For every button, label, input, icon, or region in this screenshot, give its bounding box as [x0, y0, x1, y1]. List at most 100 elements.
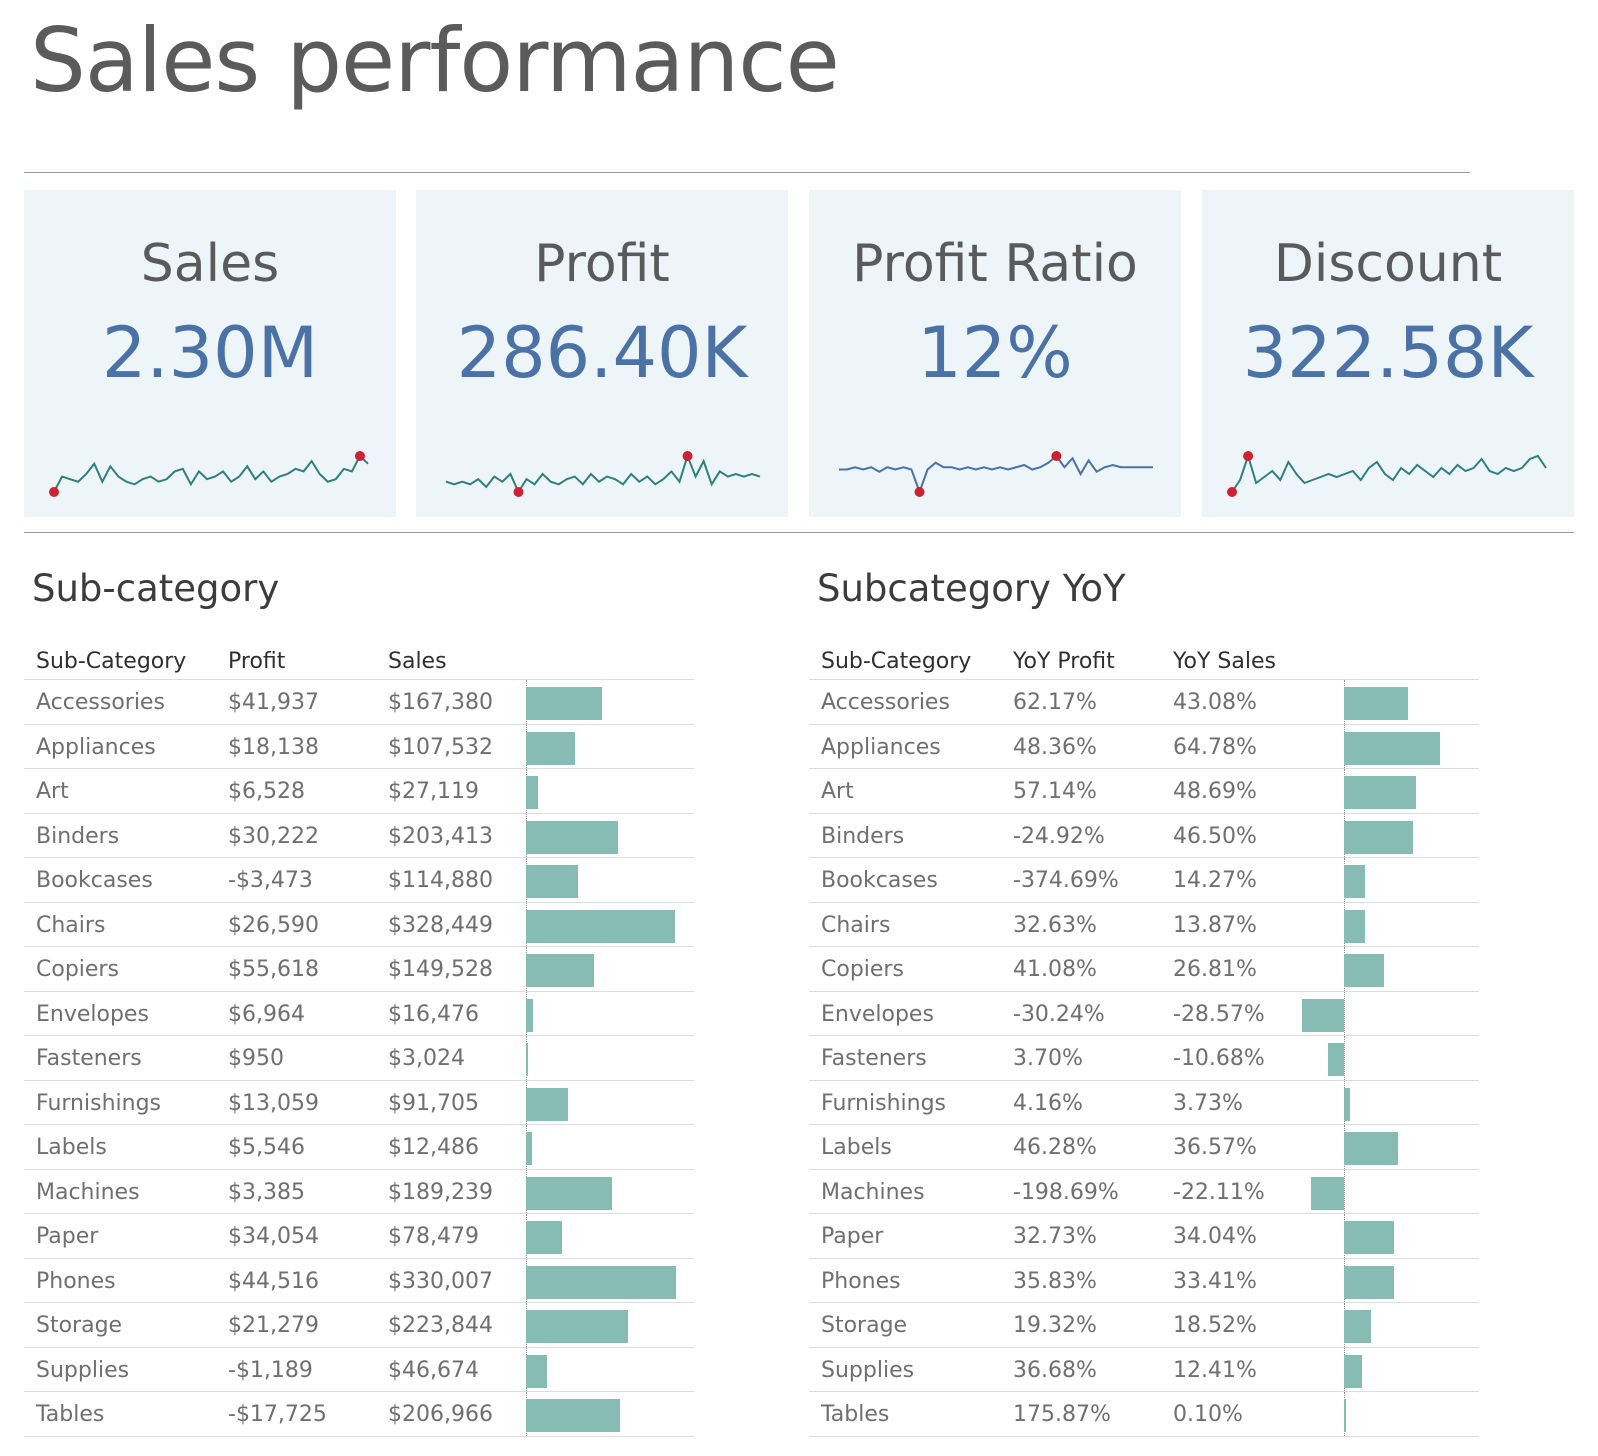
sales-bar[interactable] — [1344, 1087, 1350, 1121]
sales-bar[interactable] — [526, 865, 579, 898]
table-row[interactable]: Supplies -$1,189 $46,674 — [24, 1347, 694, 1392]
table-row[interactable]: Envelopes -30.24% -28.57% — [809, 991, 1479, 1036]
table-row[interactable]: Labels 46.28% 36.57% — [809, 1125, 1479, 1170]
sales-bar[interactable] — [526, 1176, 613, 1210]
table-row[interactable]: Bookcases -$3,473 $114,880 — [24, 858, 694, 903]
sparkline-chart[interactable] — [46, 448, 376, 500]
table-row[interactable]: Phones 35.83% 33.41% — [809, 1258, 1479, 1303]
sparkline-chart[interactable] — [1224, 448, 1554, 500]
table-row[interactable]: Art $6,528 $27,119 — [24, 769, 694, 814]
column-header-profit[interactable]: Profit — [228, 649, 285, 674]
sparkline-max-marker[interactable] — [682, 451, 693, 461]
table-row[interactable]: Binders $30,222 $203,413 — [24, 813, 694, 858]
sparkline-min-marker[interactable] — [914, 487, 925, 497]
sales-bar[interactable] — [1344, 731, 1440, 765]
sales-bar[interactable] — [526, 954, 594, 987]
column-header-sales[interactable]: Sales — [388, 649, 447, 674]
table-row[interactable]: Chairs $26,590 $328,449 — [24, 902, 694, 947]
sales-bar[interactable] — [1344, 1399, 1346, 1432]
cell-name: Bookcases — [821, 868, 938, 893]
table-row[interactable]: Machines $3,385 $189,239 — [24, 1169, 694, 1214]
cell-profit: $41,937 — [228, 690, 319, 715]
column-header-sub-category[interactable]: Sub-Category — [36, 649, 186, 674]
table-row[interactable]: Machines -198.69% -22.11% — [809, 1169, 1479, 1214]
table-row[interactable]: Tables -$17,725 $206,966 — [24, 1392, 694, 1437]
sales-bar[interactable] — [526, 998, 534, 1032]
table-row[interactable]: Bookcases -374.69% 14.27% — [809, 858, 1479, 903]
sales-bar[interactable] — [526, 1354, 548, 1388]
sales-bar[interactable] — [526, 1087, 568, 1121]
sales-bar[interactable] — [1301, 998, 1344, 1032]
table-row[interactable]: Appliances $18,138 $107,532 — [24, 724, 694, 769]
cell-profit: $21,279 — [228, 1313, 319, 1338]
table-row[interactable]: Accessories $41,937 $167,380 — [24, 680, 694, 725]
column-header-yoy-sales[interactable]: YoY Sales — [1173, 649, 1276, 674]
cell-name: Paper — [821, 1224, 884, 1249]
table-row[interactable]: Storage 19.32% 18.52% — [809, 1303, 1479, 1348]
cell-name: Art — [821, 779, 854, 804]
sales-bar[interactable] — [1344, 1221, 1395, 1254]
sales-bar[interactable] — [1344, 954, 1384, 987]
column-header-yoy-profit[interactable]: YoY Profit — [1013, 649, 1115, 674]
sales-bar[interactable] — [526, 1399, 621, 1432]
cell-sales: $107,532 — [388, 734, 493, 760]
sales-bar[interactable] — [526, 1221, 562, 1254]
table-row[interactable]: Binders -24.92% 46.50% — [809, 813, 1479, 858]
sales-bar[interactable] — [1344, 687, 1408, 720]
table-row[interactable]: Appliances 48.36% 64.78% — [809, 724, 1479, 769]
table-row[interactable]: Copiers 41.08% 26.81% — [809, 947, 1479, 992]
sales-bar[interactable] — [1344, 865, 1366, 898]
sales-bar[interactable] — [526, 1265, 676, 1299]
sales-bar[interactable] — [1344, 1265, 1394, 1299]
table-row[interactable]: Supplies 36.68% 12.41% — [809, 1347, 1479, 1392]
sales-bar[interactable] — [1344, 776, 1417, 809]
sparkline-chart[interactable] — [438, 448, 768, 500]
bar-cell — [1299, 1303, 1459, 1347]
table-row[interactable]: Paper $34,054 $78,479 — [24, 1214, 694, 1259]
kpi-card-profit-ratio[interactable]: Profit Ratio 12% — [809, 190, 1181, 517]
kpi-card-profit[interactable]: Profit 286.40K — [416, 190, 788, 517]
sales-bar[interactable] — [526, 731, 575, 765]
table-row[interactable]: Storage $21,279 $223,844 — [24, 1303, 694, 1348]
sales-bar[interactable] — [526, 687, 603, 720]
bar-cell — [1299, 813, 1459, 857]
table-row[interactable]: Furnishings $13,059 $91,705 — [24, 1080, 694, 1125]
sparkline-min-marker[interactable] — [513, 487, 524, 497]
table-row[interactable]: Fasteners $950 $3,024 — [24, 1036, 694, 1081]
column-header-sub-category[interactable]: Sub-Category — [821, 649, 971, 674]
sales-bar[interactable] — [526, 1043, 528, 1076]
kpi-card-discount[interactable]: Discount 322.58K — [1202, 190, 1574, 517]
sales-bar[interactable] — [1344, 909, 1365, 943]
sales-bar[interactable] — [526, 1132, 532, 1165]
sales-bar[interactable] — [526, 776, 539, 809]
sales-bar[interactable] — [1344, 1354, 1363, 1388]
cell-sales: 64.78% — [1173, 734, 1257, 760]
table-row[interactable]: Labels $5,546 $12,486 — [24, 1125, 694, 1170]
sales-bar[interactable] — [1344, 820, 1413, 854]
sales-bar[interactable] — [1311, 1176, 1344, 1210]
table-row[interactable]: Chairs 32.63% 13.87% — [809, 902, 1479, 947]
sales-bar[interactable] — [1344, 1132, 1399, 1165]
cell-sales: $16,476 — [388, 1001, 479, 1027]
table-row[interactable]: Art 57.14% 48.69% — [809, 769, 1479, 814]
sparkline-min-marker[interactable] — [49, 487, 59, 497]
table-row[interactable]: Fasteners 3.70% -10.68% — [809, 1036, 1479, 1081]
table-row[interactable]: Copiers $55,618 $149,528 — [24, 947, 694, 992]
sales-bar[interactable] — [526, 820, 619, 854]
sparkline-chart[interactable] — [831, 448, 1161, 500]
table-row[interactable]: Tables 175.87% 0.10% — [809, 1392, 1479, 1437]
table-row[interactable]: Phones $44,516 $330,007 — [24, 1258, 694, 1303]
table-row[interactable]: Paper 32.73% 34.04% — [809, 1214, 1479, 1259]
sparkline-max-marker[interactable] — [354, 451, 365, 461]
sparkline-max-marker[interactable] — [1051, 451, 1062, 461]
table-row[interactable]: Envelopes $6,964 $16,476 — [24, 991, 694, 1036]
table-row[interactable]: Accessories 62.17% 43.08% — [809, 680, 1479, 725]
sales-bar[interactable] — [526, 909, 676, 943]
sales-bar[interactable] — [1344, 1310, 1372, 1343]
sparkline-min-marker[interactable] — [1227, 487, 1237, 497]
sales-bar[interactable] — [526, 1310, 628, 1343]
kpi-card-sales[interactable]: Sales 2.30M — [24, 190, 396, 517]
sales-bar[interactable] — [1328, 1043, 1344, 1076]
sparkline-max-marker[interactable] — [1243, 451, 1254, 461]
table-row[interactable]: Furnishings 4.16% 3.73% — [809, 1080, 1479, 1125]
